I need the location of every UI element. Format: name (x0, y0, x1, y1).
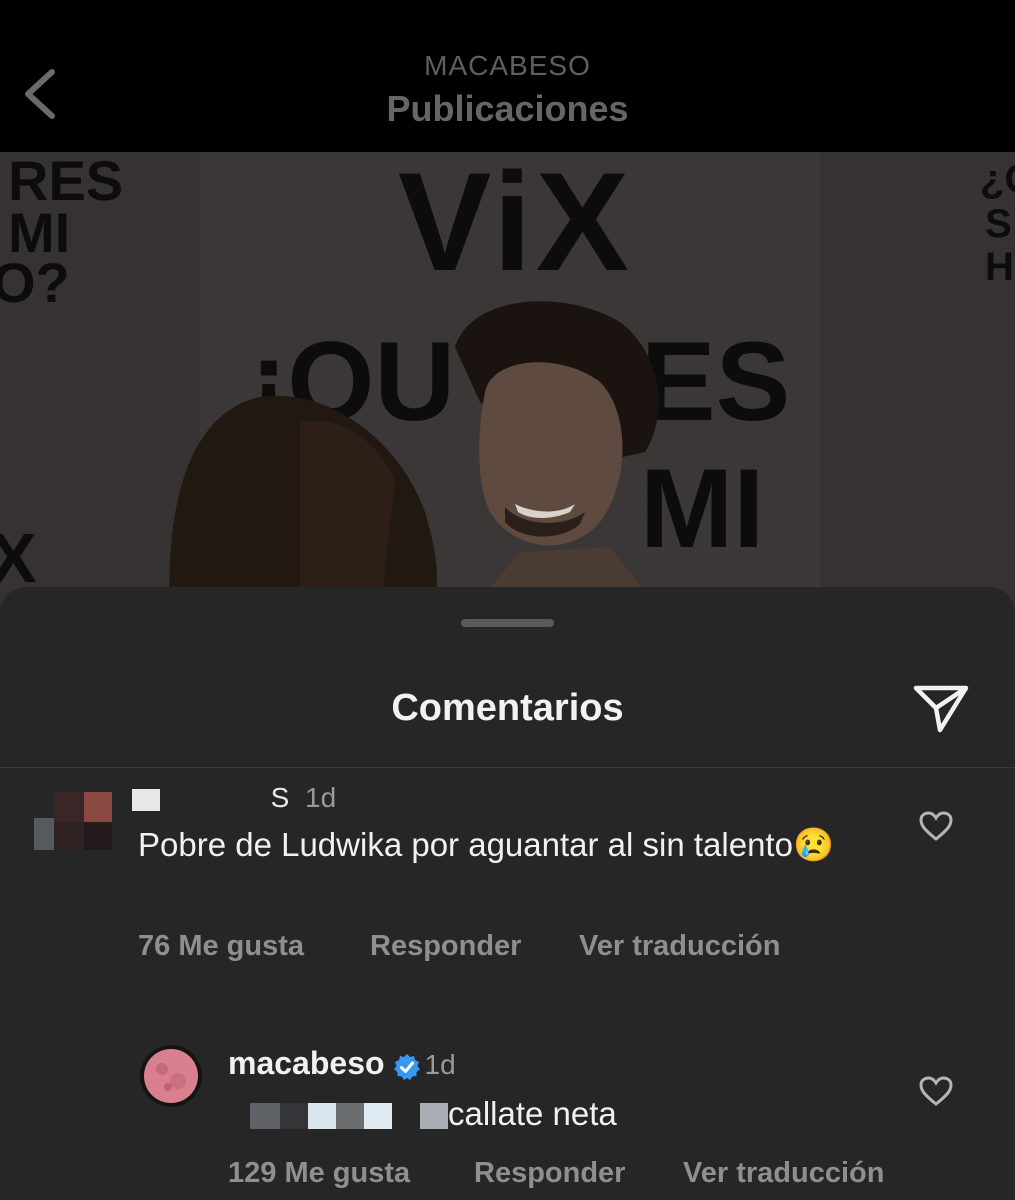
divider (0, 767, 1015, 768)
translate-button[interactable]: Ver traducción (683, 1157, 884, 1190)
likes-count[interactable]: 76 Me gusta (138, 930, 304, 963)
reply-button[interactable]: Responder (370, 930, 521, 963)
heart-outline-icon (919, 1076, 953, 1106)
comment-body: callate neta (448, 1095, 617, 1132)
page-title: Publicaciones (386, 88, 629, 129)
redacted-username (132, 788, 160, 811)
comment-header: S 1d (132, 782, 336, 814)
comment-reply-item: macabeso 1d callate neta 129 Me gusta Res… (0, 1037, 1015, 1200)
likes-count[interactable]: 129 Me gusta (228, 1157, 410, 1190)
comment-item: S 1d Pobre de Ludwika por aguantar al si… (0, 782, 1015, 982)
username[interactable]: macabeso (228, 1045, 385, 1081)
paper-plane-icon (913, 685, 969, 733)
comment-time: 1d (305, 782, 337, 813)
banner-left-line-3: O? (0, 251, 70, 314)
heart-outline-icon (919, 811, 953, 841)
verified-badge-icon (393, 1053, 421, 1081)
sheet-drag-handle[interactable] (461, 619, 554, 627)
banner-center-line-3: MI (640, 446, 764, 571)
username-fragment[interactable]: S (271, 782, 290, 813)
like-button[interactable] (918, 810, 954, 842)
comment-text: callate neta (250, 1093, 617, 1135)
comment-time: 1d (424, 1049, 456, 1080)
translate-button[interactable]: Ver traducción (579, 930, 780, 963)
redacted-mention (250, 1103, 280, 1130)
reply-button[interactable]: Responder (474, 1157, 625, 1190)
top-header: MACABESO Publicaciones (0, 0, 1015, 152)
avatar[interactable] (140, 1045, 202, 1107)
vix-logo: ViX (398, 152, 633, 300)
like-button[interactable] (918, 1075, 954, 1107)
banner-right-line-2: S (985, 202, 1012, 246)
banner-right-line-1: ¿Q (980, 157, 1015, 201)
share-button[interactable] (910, 682, 972, 736)
comment-header: macabeso 1d (228, 1045, 456, 1082)
comments-title: Comentarios (391, 687, 624, 729)
comment-body: Pobre de Ludwika por aguantar al sin tal… (138, 826, 793, 863)
banner-bottom-left: X (0, 519, 37, 597)
crying-emoji: 😢 (792, 826, 835, 863)
moon-avatar-icon (140, 1045, 202, 1107)
account-name[interactable]: MACABESO (0, 50, 1015, 82)
comments-sheet: Comentarios S 1d Pobre de Ludwika por ag… (0, 587, 1015, 1200)
post-image: RES MI O? ViX ¡QU RES MI X ¿Q S H (0, 152, 1015, 612)
avatar[interactable] (34, 792, 114, 850)
comment-text: Pobre de Ludwika por aguantar al sin tal… (138, 824, 838, 866)
banner-right-line-3: H (985, 245, 1014, 289)
